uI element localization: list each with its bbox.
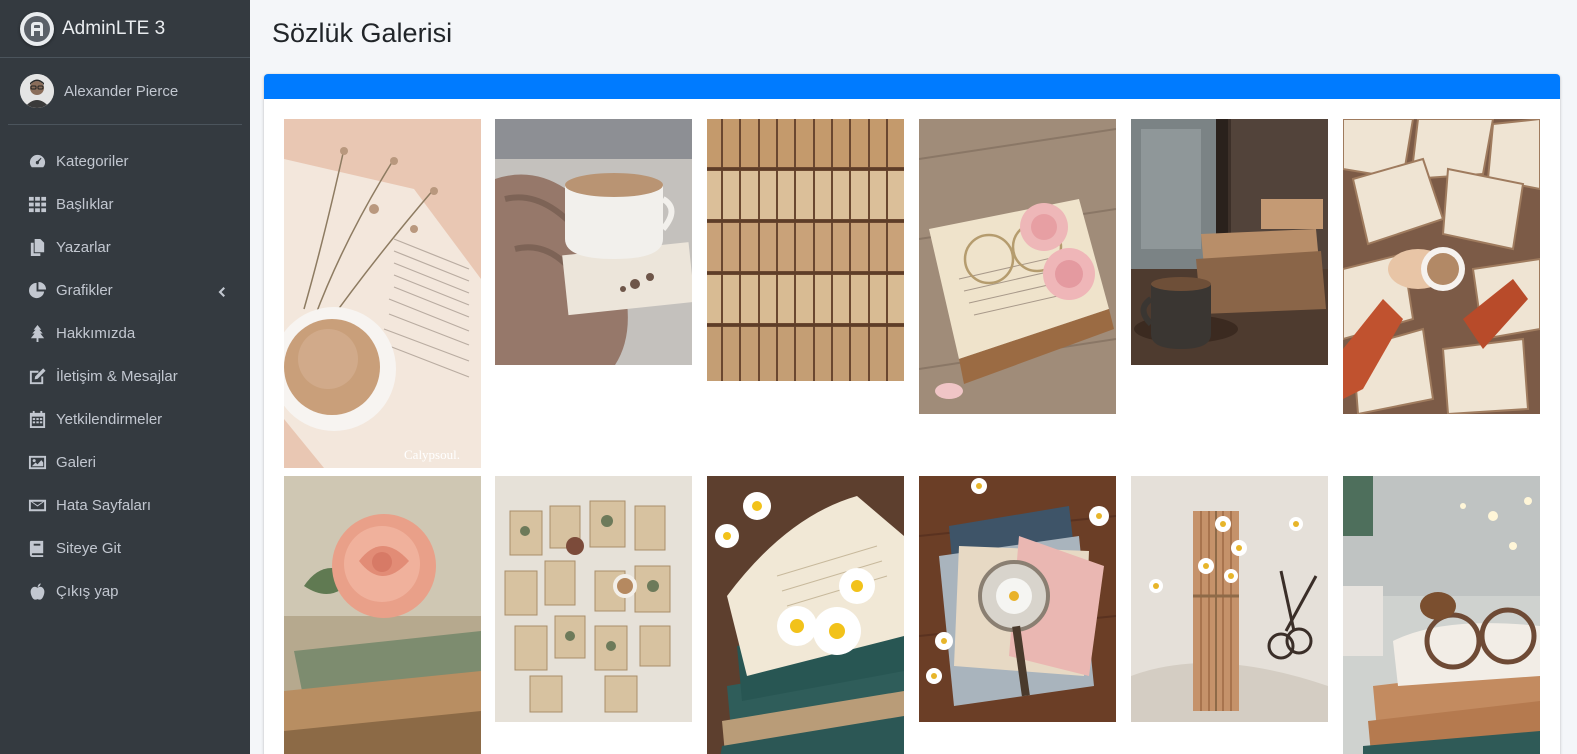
gallery-photo[interactable]	[1343, 119, 1540, 414]
sidebar-item-galeri[interactable]: Galeri	[0, 441, 250, 484]
sidebar-item-label: Başlıklar	[56, 196, 114, 213]
sidebar-item-cikis[interactable]: Çıkış yap	[0, 570, 250, 613]
tree-icon	[27, 324, 47, 344]
page-title: Sözlük Galerisi	[272, 17, 453, 48]
gallery-photo[interactable]	[495, 119, 692, 365]
envelope-icon	[27, 496, 47, 516]
gallery-photo[interactable]	[707, 476, 904, 754]
sidebar-item-label: Hata Sayfaları	[56, 497, 152, 514]
sidebar-item-yetkilendirmeler[interactable]: Yetkilendirmeler	[0, 398, 250, 441]
sidebar-item-basliklar[interactable]: Başlıklar	[0, 183, 250, 226]
user-name: Alexander Pierce	[64, 82, 179, 100]
calendar-icon	[27, 410, 47, 430]
sidebar-item-label: Hakkımızda	[56, 325, 136, 342]
sidebar-item-label: Galeri	[56, 454, 97, 471]
sidebar-item-label: Çıkış yap	[56, 583, 119, 600]
edit-icon	[27, 367, 47, 387]
photo-watermark: Calypsoul.	[404, 447, 460, 462]
content-header: Sözlük Galerisi	[250, 0, 1577, 70]
sidebar-item-label: Kategoriler	[56, 153, 129, 170]
gallery-photo[interactable]	[1131, 119, 1328, 365]
brand-title: AdminLTE 3	[62, 17, 166, 39]
tachometer-icon	[27, 152, 47, 172]
sidebar-item-yazarlar[interactable]: Yazarlar	[0, 226, 250, 269]
sidebar-item-siteye-git[interactable]: Siteye Git	[0, 527, 250, 570]
sidebar-item-label: İletişim & Mesajlar	[56, 368, 178, 385]
sidebar-item-label: Yazarlar	[56, 239, 111, 256]
gallery-photo[interactable]	[919, 119, 1116, 414]
gallery-photo[interactable]	[707, 119, 904, 381]
gallery-photo[interactable]	[1343, 476, 1540, 754]
chevron-left-icon[interactable]	[216, 285, 226, 297]
gallery-photo[interactable]: Calypsoul.	[284, 119, 481, 468]
gallery-photo[interactable]	[919, 476, 1116, 722]
sidebar-item-grafikler[interactable]: Grafikler	[0, 269, 250, 312]
avatar	[20, 74, 54, 108]
card-header	[264, 74, 1560, 99]
gallery-photo[interactable]	[284, 476, 481, 754]
gallery-photo[interactable]	[495, 476, 692, 722]
pie-chart-icon	[27, 281, 47, 301]
image-icon	[27, 453, 47, 473]
sidebar-item-label: Grafikler	[56, 282, 113, 299]
copy-icon	[27, 238, 47, 258]
sidebar-item-iletisim[interactable]: İletişim & Mesajlar	[0, 355, 250, 398]
sidebar-nav: Kategoriler Başlıklar Yazarlar Grafikler…	[0, 125, 250, 613]
sidebar-item-label: Yetkilendirmeler	[56, 411, 163, 428]
sidebar-item-hata-sayfalari[interactable]: Hata Sayfaları	[0, 484, 250, 527]
sidebar: AdminLTE 3 Alexander Pierce Kategoriler …	[0, 0, 250, 754]
sidebar-item-hakkimizda[interactable]: Hakkımızda	[0, 312, 250, 355]
user-panel[interactable]: Alexander Pierce	[8, 58, 242, 125]
apple-icon	[27, 582, 47, 602]
gallery-card: Calypsoul.	[264, 74, 1560, 754]
adminlte-logo-icon	[20, 11, 54, 46]
brand-link[interactable]: AdminLTE 3	[0, 0, 250, 58]
content-wrapper: Sözlük Galerisi Calypsoul.	[250, 0, 1577, 754]
book-icon	[27, 539, 47, 559]
sidebar-item-label: Siteye Git	[56, 540, 122, 557]
sidebar-item-kategoriler[interactable]: Kategoriler	[0, 140, 250, 183]
gallery-photo[interactable]	[1131, 476, 1328, 722]
grid-icon	[27, 195, 47, 215]
